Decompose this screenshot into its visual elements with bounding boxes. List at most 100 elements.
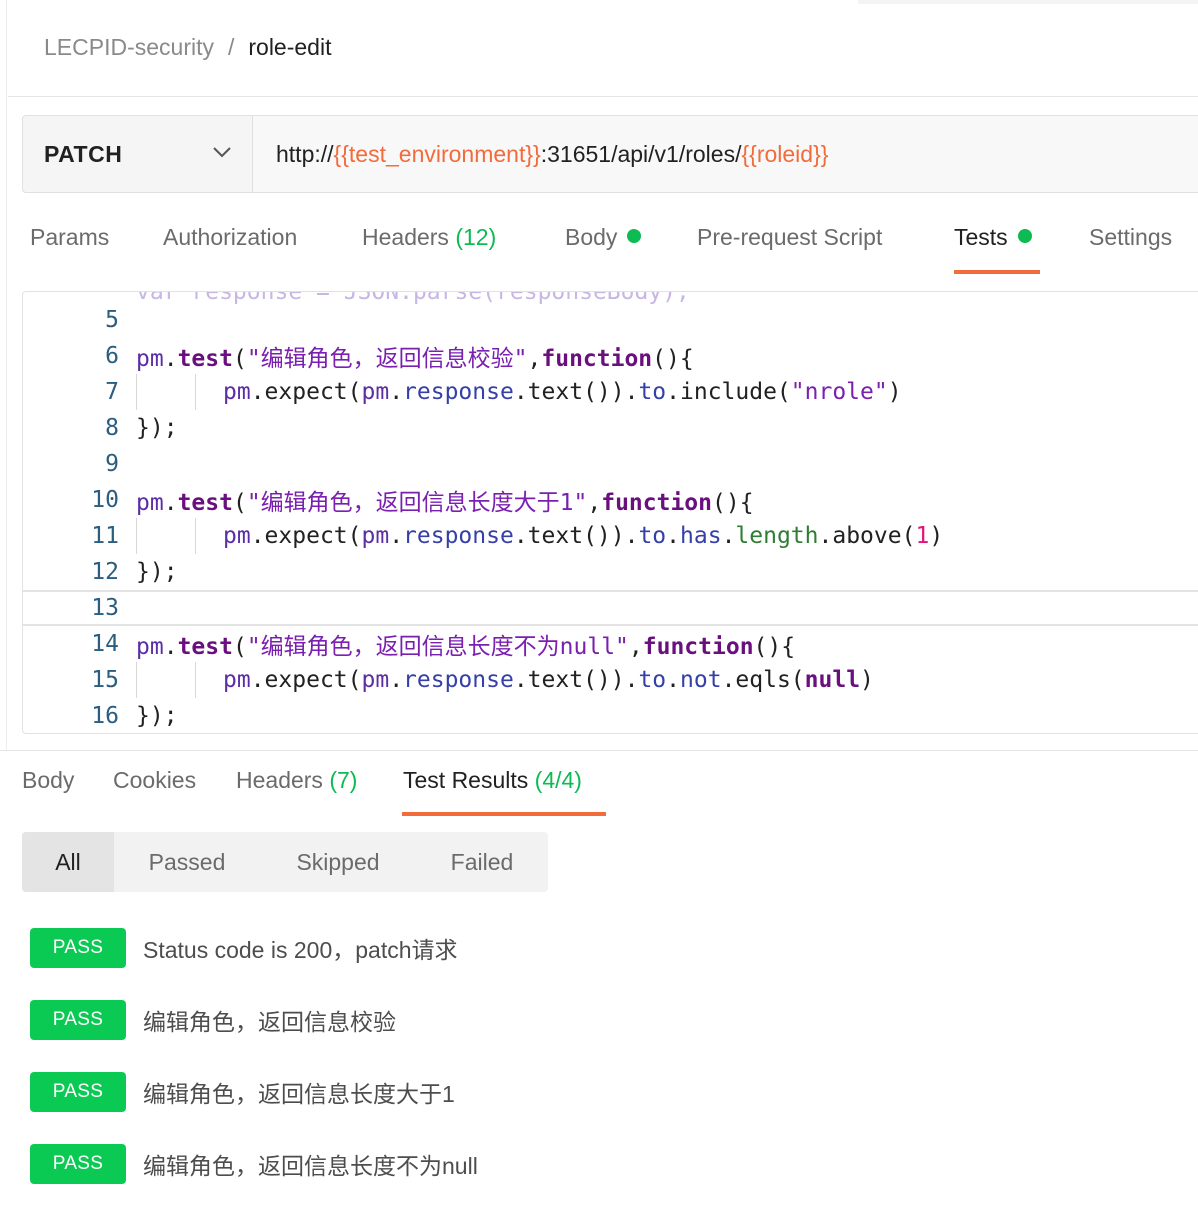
code-line: 7 pm.expect(pm.response.text()).to.inclu… xyxy=(23,374,1198,410)
method-label: PATCH xyxy=(44,140,123,167)
pane-edge xyxy=(6,0,7,750)
url-protocol: http:// xyxy=(276,140,334,167)
code-line: 5 xyxy=(23,302,1198,338)
breadcrumb: LECPID-security / role-edit xyxy=(44,34,331,61)
breadcrumb-collection[interactable]: LECPID-security xyxy=(44,34,214,61)
response-headers-count: (7) xyxy=(329,767,358,793)
test-results-count: (4/4) xyxy=(534,767,582,793)
pass-badge: PASS xyxy=(30,928,126,968)
tab-headers-count: (12) xyxy=(455,224,497,250)
code-line: 14 pm.test("编辑角色，返回信息长度不为null",function(… xyxy=(23,626,1198,662)
line-number: 14 xyxy=(91,631,119,657)
pass-badge: PASS xyxy=(30,1072,126,1112)
test-result-row: PASS Status code is 200，patch请求 xyxy=(30,928,458,968)
method-select[interactable]: PATCH xyxy=(23,116,253,192)
response-tab-test-results-label: Test Results xyxy=(403,767,529,793)
test-name-string: "编辑角色，返回信息校验" xyxy=(246,346,528,372)
code-text: pm.expect(pm.response.text()).to.has.len… xyxy=(223,523,944,549)
response-tab-headers[interactable]: Headers (7) xyxy=(236,767,357,794)
indent-guide xyxy=(136,662,137,698)
code-line: 11 pm.expect(pm.response.text()).to.has.… xyxy=(23,518,1198,554)
code-line: 6 pm.test("编辑角色，返回信息校验",function(){ xyxy=(23,338,1198,374)
tab-params[interactable]: Params xyxy=(30,224,109,251)
code-line: 15 pm.expect(pm.response.text()).to.not.… xyxy=(23,662,1198,698)
test-result-name: Status code is 200，patch请求 xyxy=(143,937,458,963)
test-result-row: PASS 编辑角色，返回信息长度不为null xyxy=(30,1144,478,1184)
filter-all[interactable]: All xyxy=(22,832,114,892)
line-number: 13 xyxy=(91,595,119,621)
number-literal: 1 xyxy=(915,523,930,549)
tab-authorization[interactable]: Authorization xyxy=(163,224,297,251)
pass-badge: PASS xyxy=(30,1144,126,1184)
tab-body[interactable]: Body xyxy=(565,224,642,251)
response-tab-body[interactable]: Body xyxy=(22,767,74,794)
test-result-row: PASS 编辑角色，返回信息校验 xyxy=(30,1000,396,1040)
request-name[interactable]: role-edit xyxy=(248,34,331,61)
dot-icon xyxy=(1017,229,1032,243)
indent-guide xyxy=(136,374,137,410)
filter-failed[interactable]: Failed xyxy=(416,832,548,892)
dot-icon xyxy=(627,229,642,243)
response-tab-test-results[interactable]: Test Results (4/4) xyxy=(403,767,582,794)
line-number: 7 xyxy=(105,379,119,405)
url-input[interactable]: http://{{test_environment}}:31651/api/v1… xyxy=(253,116,1198,192)
code-line-current: 13 xyxy=(23,590,1198,626)
pass-badge: PASS xyxy=(30,1000,126,1040)
test-result-row: PASS 编辑角色，返回信息长度大于1 xyxy=(30,1072,455,1112)
active-tab-underline xyxy=(954,270,1040,274)
test-result-name: 编辑角色，返回信息校验 xyxy=(143,1009,396,1035)
line-number: 11 xyxy=(91,523,119,549)
test-result-name: 编辑角色，返回信息长度不为null xyxy=(143,1153,478,1179)
indent-guide xyxy=(195,374,196,410)
response-tab-cookies[interactable]: Cookies xyxy=(113,767,196,794)
line-number: 15 xyxy=(91,667,119,693)
code-line: 9 xyxy=(23,446,1198,482)
indent-guide xyxy=(195,662,196,698)
code-text: }); xyxy=(136,703,178,729)
tab-headers-label: Headers xyxy=(362,224,449,250)
indent-guide xyxy=(136,518,137,554)
url-variable-roleid: {{roleid}} xyxy=(741,140,829,167)
tab-settings[interactable]: Settings xyxy=(1089,224,1172,251)
line-number: 5 xyxy=(105,307,119,333)
line-number: 12 xyxy=(91,559,119,585)
test-results-filter: All Passed Skipped Failed xyxy=(22,832,548,892)
test-name-string: "编辑角色，返回信息长度不为null" xyxy=(246,634,629,660)
tab-body-label: Body xyxy=(565,224,618,250)
line-number: 6 xyxy=(105,343,119,369)
code-text: }); xyxy=(136,559,178,585)
test-name-string: "编辑角色，返回信息长度大于1" xyxy=(246,490,588,516)
code-text: pm.test("编辑角色，返回信息长度大于1",function(){ xyxy=(136,490,754,516)
test-result-name: 编辑角色，返回信息长度大于1 xyxy=(143,1081,455,1107)
filter-skipped[interactable]: Skipped xyxy=(260,832,416,892)
tab-tests[interactable]: Tests xyxy=(954,224,1032,251)
string-literal: "nrole" xyxy=(790,379,888,405)
code-line: 16 }); xyxy=(23,698,1198,733)
filter-passed[interactable]: Passed xyxy=(114,832,260,892)
response-tab-headers-label: Headers xyxy=(236,767,323,793)
tab-pre-request-script[interactable]: Pre-request Script xyxy=(697,224,882,251)
tests-code-editor[interactable]: var response = JSON.parse(responseBody);… xyxy=(22,291,1198,734)
top-strip xyxy=(858,0,1198,4)
line-number: 9 xyxy=(105,451,119,477)
header-divider xyxy=(8,96,1198,97)
code-line: 8 }); xyxy=(23,410,1198,446)
code-text: pm.test("编辑角色，返回信息长度不为null",function(){ xyxy=(136,634,796,660)
chevron-down-icon xyxy=(212,145,232,163)
line-number: 8 xyxy=(105,415,119,441)
code-text: pm.test("编辑角色，返回信息校验",function(){ xyxy=(136,346,694,372)
request-bar: PATCH http://{{test_environment}}:31651/… xyxy=(22,115,1198,193)
code-line: 12 }); xyxy=(23,554,1198,590)
code-text: pm.expect(pm.response.text()).to.not.eql… xyxy=(223,667,874,693)
url-path: :31651/api/v1/roles/ xyxy=(540,140,742,167)
url-variable-environment: {{test_environment}} xyxy=(333,140,541,167)
code-text: }); xyxy=(136,415,178,441)
code-text: pm.expect(pm.response.text()).to.include… xyxy=(223,379,902,405)
indent-guide xyxy=(195,518,196,554)
line-number: 16 xyxy=(91,703,119,729)
pane-divider[interactable] xyxy=(0,750,1198,751)
breadcrumb-separator: / xyxy=(227,34,235,60)
code-line: 10 pm.test("编辑角色，返回信息长度大于1",function(){ xyxy=(23,482,1198,518)
active-tab-underline xyxy=(402,812,606,816)
tab-headers[interactable]: Headers (12) xyxy=(362,224,496,251)
